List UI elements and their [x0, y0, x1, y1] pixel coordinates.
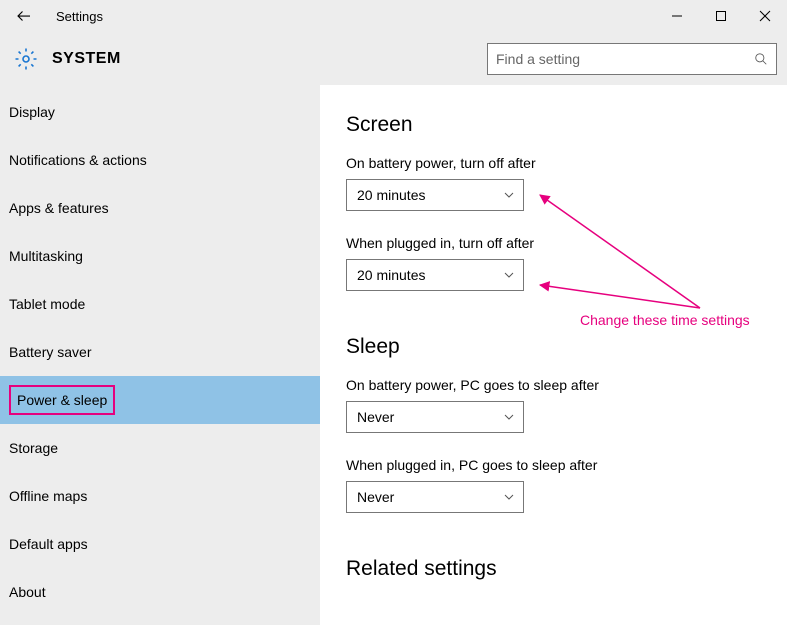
- back-button[interactable]: [0, 0, 48, 32]
- gear-icon: [14, 47, 38, 71]
- sidebar-item-label: Storage: [9, 440, 58, 456]
- sleep-battery-dropdown[interactable]: Never: [346, 401, 524, 433]
- screen-plugged-label: When plugged in, turn off after: [346, 235, 761, 251]
- sidebar-item-display[interactable]: Display: [0, 88, 320, 136]
- sidebar-item-about[interactable]: About: [0, 568, 320, 616]
- section-title-related: Related settings: [346, 557, 761, 581]
- section-title-screen: Screen: [346, 113, 761, 137]
- titlebar-left: Settings: [0, 0, 103, 32]
- dropdown-value: 20 minutes: [357, 267, 425, 283]
- search-icon: [754, 52, 768, 66]
- sidebar-item-label: Offline maps: [9, 488, 87, 504]
- page-title: SYSTEM: [52, 50, 121, 68]
- chevron-down-icon: [503, 189, 515, 201]
- annotation-text: Change these time settings: [580, 312, 750, 328]
- header: SYSTEM Find a setting: [0, 32, 787, 85]
- content-layout: Display Notifications & actions Apps & f…: [0, 85, 787, 625]
- sidebar-item-storage[interactable]: Storage: [0, 424, 320, 472]
- dropdown-value: Never: [357, 409, 394, 425]
- search-placeholder: Find a setting: [496, 51, 580, 67]
- minimize-icon: [671, 10, 683, 22]
- sidebar-item-notifications[interactable]: Notifications & actions: [0, 136, 320, 184]
- close-button[interactable]: [743, 0, 787, 32]
- sidebar-item-label: Display: [9, 104, 55, 120]
- sleep-battery-label: On battery power, PC goes to sleep after: [346, 377, 761, 393]
- chevron-down-icon: [503, 411, 515, 423]
- sidebar-item-power-sleep[interactable]: Power & sleep: [0, 376, 320, 424]
- main-content: Screen On battery power, turn off after …: [320, 85, 787, 625]
- maximize-button[interactable]: [699, 0, 743, 32]
- sleep-plugged-label: When plugged in, PC goes to sleep after: [346, 457, 761, 473]
- chevron-down-icon: [503, 491, 515, 503]
- sidebar-item-label: About: [9, 584, 46, 600]
- sidebar-item-default-apps[interactable]: Default apps: [0, 520, 320, 568]
- sleep-plugged-dropdown[interactable]: Never: [346, 481, 524, 513]
- search-input[interactable]: Find a setting: [487, 43, 777, 75]
- sidebar-item-label: Default apps: [9, 536, 88, 552]
- sidebar-item-label: Battery saver: [9, 344, 91, 360]
- section-title-sleep: Sleep: [346, 335, 761, 359]
- screen-battery-label: On battery power, turn off after: [346, 155, 761, 171]
- sidebar-item-offline-maps[interactable]: Offline maps: [0, 472, 320, 520]
- back-arrow-icon: [15, 7, 33, 25]
- titlebar: Settings: [0, 0, 787, 32]
- dropdown-value: 20 minutes: [357, 187, 425, 203]
- sidebar-item-label: Multitasking: [9, 248, 83, 264]
- sidebar: Display Notifications & actions Apps & f…: [0, 85, 320, 625]
- sidebar-item-label: Notifications & actions: [9, 152, 147, 168]
- chevron-down-icon: [503, 269, 515, 281]
- screen-plugged-dropdown[interactable]: 20 minutes: [346, 259, 524, 291]
- sidebar-item-apps[interactable]: Apps & features: [0, 184, 320, 232]
- sidebar-item-tablet[interactable]: Tablet mode: [0, 280, 320, 328]
- sidebar-item-label: Apps & features: [9, 200, 109, 216]
- header-left: SYSTEM: [14, 47, 121, 71]
- maximize-icon: [715, 10, 727, 22]
- dropdown-value: Never: [357, 489, 394, 505]
- sidebar-item-label: Power & sleep: [9, 385, 115, 415]
- sidebar-item-label: Tablet mode: [9, 296, 85, 312]
- sidebar-item-multitasking[interactable]: Multitasking: [0, 232, 320, 280]
- screen-battery-dropdown[interactable]: 20 minutes: [346, 179, 524, 211]
- minimize-button[interactable]: [655, 0, 699, 32]
- close-icon: [759, 10, 771, 22]
- sidebar-item-battery[interactable]: Battery saver: [0, 328, 320, 376]
- window-title: Settings: [56, 9, 103, 24]
- window-controls: [655, 0, 787, 32]
